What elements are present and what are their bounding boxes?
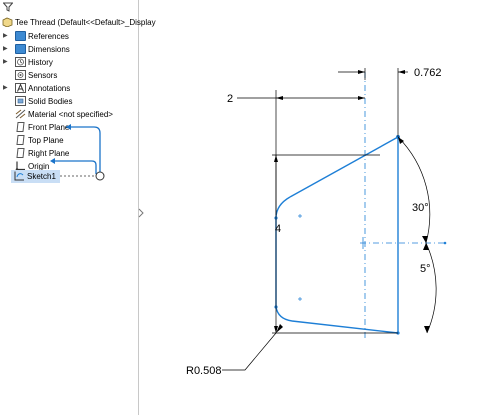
dim-offset[interactable]: 0.762 [414,67,442,79]
arc-center-markers [298,214,302,301]
construction-centerlines [360,72,447,338]
sketch-profile[interactable] [275,136,399,334]
dim-angle-top[interactable]: 30° [412,202,429,214]
dim-angle-bottom[interactable]: 5° [420,263,431,275]
dim-height[interactable]: 4 [275,223,281,235]
graphics-area[interactable]: 2 0.762 4 30° 5° R0.508 [140,0,491,415]
dimension-arrowheads [274,70,430,333]
dimension-labels: 2 0.762 4 30° 5° R0.508 [186,67,442,377]
feature-manager-tree: Tee Thread (Default<<Default>_Display ▶ … [0,0,156,415]
relation-arrows [50,124,105,181]
dim-radius[interactable]: R0.508 [186,365,221,377]
dim-top-width[interactable]: 2 [227,93,233,105]
sketch-points [274,135,400,335]
